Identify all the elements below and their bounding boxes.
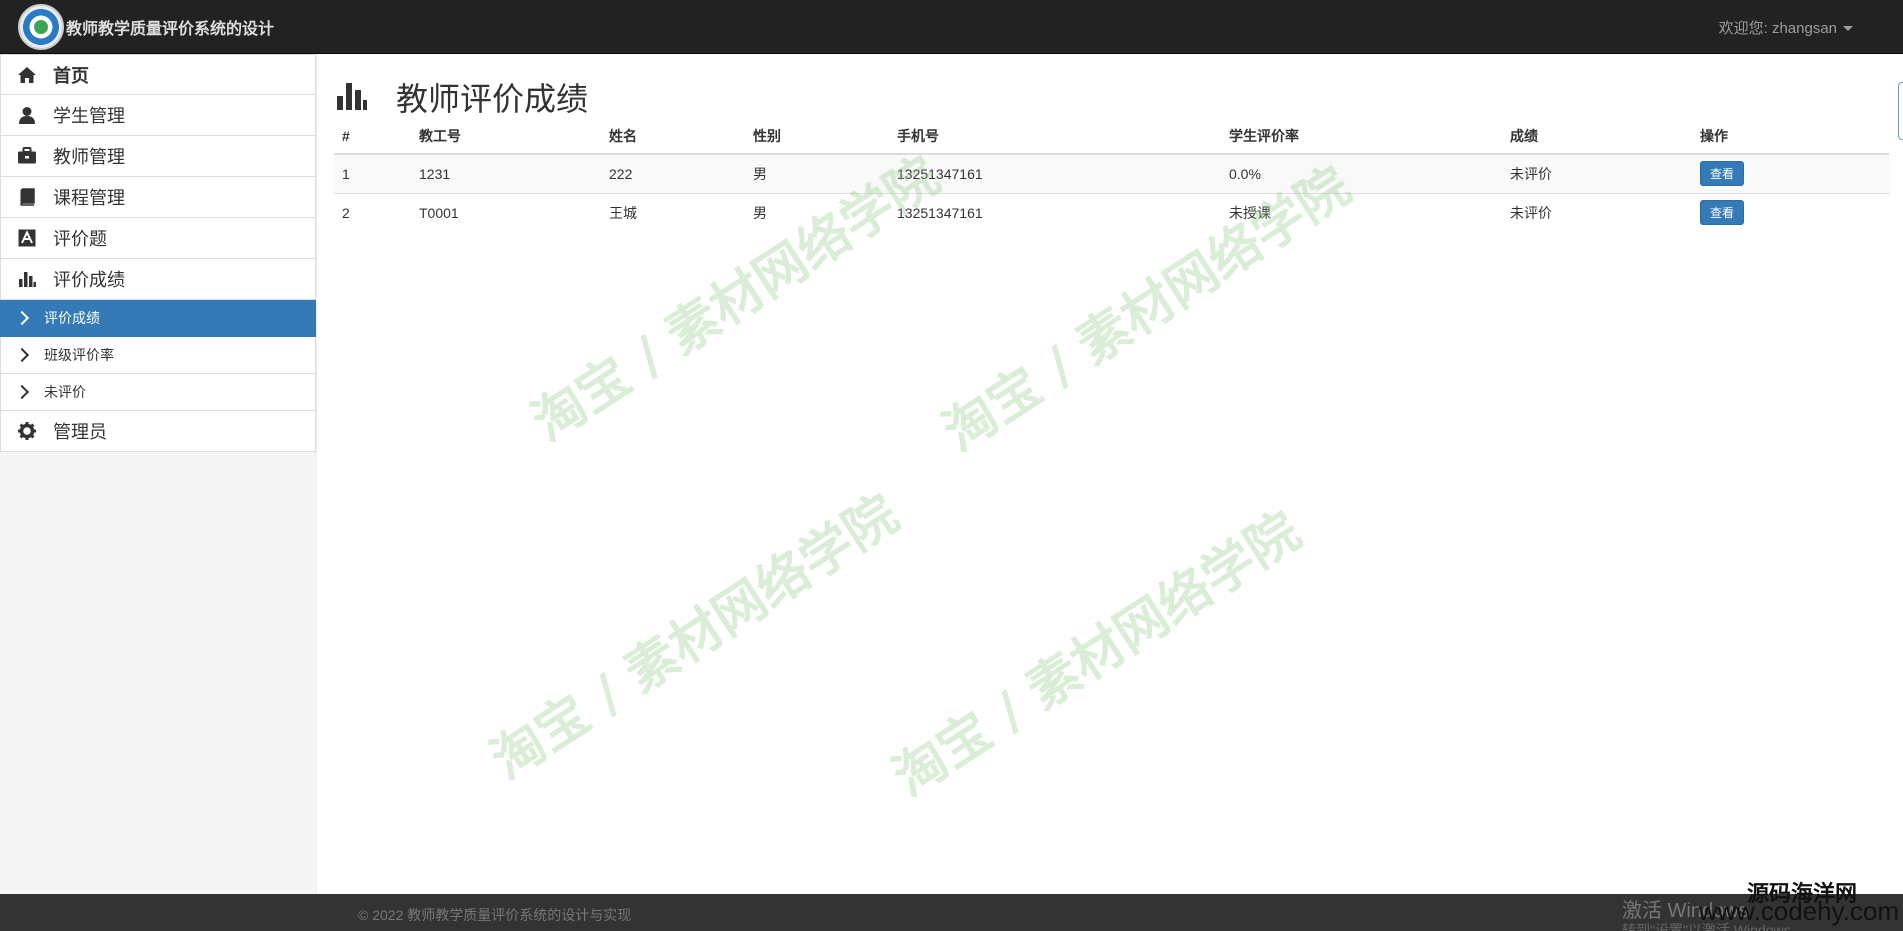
sidebar-item-teachers[interactable]: 教师管理 [0, 136, 316, 177]
app-title: 教师教学质量评价系统的设计 [66, 21, 275, 38]
user-menu[interactable]: 欢迎您: zhangsan [1719, 17, 1853, 38]
brand[interactable]: 教师教学质量评价系统的设计 [18, 4, 274, 50]
sidebar-item-label: 课程管理 [53, 188, 125, 208]
cog-icon [16, 420, 38, 442]
home-icon [16, 64, 38, 86]
sidebar-subitem-label: 评价成绩 [44, 310, 100, 326]
top-navbar: 教师教学质量评价系统的设计 欢迎您: zhangsan [0, 0, 1903, 54]
sidebar-item-label: 学生管理 [53, 106, 125, 126]
column-header: 操作 [1692, 118, 1889, 155]
column-header: 教工号 [411, 118, 601, 155]
sidebar-item-label: 评价成绩 [53, 270, 125, 290]
caret-down-icon [1843, 26, 1853, 31]
column-header: 学生评价率 [1221, 118, 1502, 155]
view-button[interactable]: 查看 [1700, 161, 1745, 187]
column-header: 成绩 [1502, 118, 1692, 155]
main-content: 教师评价成绩 # 教工号 姓名 性别 手机号 学生评价率 成绩 操作 1 123… [318, 54, 1903, 894]
page-header: 教师评价成绩 [336, 74, 588, 120]
cell-score: 未评价 [1502, 153, 1692, 193]
sidebar-item-label: 管理员 [53, 422, 107, 442]
cell-index: 2 [334, 192, 411, 232]
cell-index: 1 [334, 153, 411, 193]
column-header: 性别 [745, 118, 889, 155]
cell-gender: 男 [745, 153, 889, 193]
briefcase-icon [16, 145, 38, 167]
table-row: 2 T0001 王城 男 13251347161 未授课 未评价 查看 [334, 192, 1889, 232]
cell-teacher-id: T0001 [411, 192, 601, 232]
cell-name: 王城 [601, 192, 745, 232]
sidebar-item-scores[interactable]: 评价成绩 [0, 259, 316, 300]
table-row: 1 1231 222 男 13251347161 0.0% 未评价 查看 [334, 153, 1889, 193]
sidebar-subitem-label: 班级评价率 [44, 347, 114, 363]
scores-table: # 教工号 姓名 性别 手机号 学生评价率 成绩 操作 1 1231 222 男… [334, 118, 1889, 232]
sidebar-subitem-scores[interactable]: 评价成绩 [0, 300, 316, 337]
column-header: 手机号 [889, 118, 1221, 155]
chevron-right-icon [14, 310, 30, 326]
cell-phone: 13251347161 [889, 153, 1221, 193]
user-icon [16, 104, 38, 126]
cell-eval-rate: 未授课 [1221, 192, 1502, 232]
column-header: # [334, 118, 411, 155]
chevron-right-icon [14, 347, 30, 363]
sidebar: 首页 学生管理 教师管理 课程管理 评价题 评价成绩 评价成绩 班级评价率 未评… [0, 54, 317, 894]
sidebar-item-admin[interactable]: 管理员 [0, 411, 316, 452]
sidebar-item-label: 评价题 [53, 229, 107, 249]
school-logo [18, 4, 64, 50]
page-title: 教师评价成绩 [396, 81, 589, 117]
cell-name: 222 [601, 153, 745, 193]
sidebar-subitem-class-rate[interactable]: 班级评价率 [0, 337, 316, 374]
sidebar-item-questions[interactable]: 评价题 [0, 218, 316, 259]
sidebar-item-home[interactable]: 首页 [0, 54, 316, 95]
cell-gender: 男 [745, 192, 889, 232]
cell-score: 未评价 [1502, 192, 1692, 232]
sidebar-subitem-not-evaluated[interactable]: 未评价 [0, 374, 316, 411]
footer: © 2022 教师教学质量评价系统的设计与实现 激活 Windows 转到"设置… [0, 894, 1903, 931]
column-header: 姓名 [601, 118, 745, 155]
footer-copyright: © 2022 教师教学质量评价系统的设计与实现 [358, 907, 632, 923]
sidebar-item-courses[interactable]: 课程管理 [0, 177, 316, 218]
stats-icon [336, 81, 368, 113]
cell-eval-rate: 0.0% [1221, 153, 1502, 193]
sidebar-subitem-label: 未评价 [44, 384, 86, 400]
book-icon [16, 186, 38, 208]
site-watermark-url: www.codehy.com [1698, 896, 1899, 926]
view-button[interactable]: 查看 [1700, 200, 1745, 226]
user-greeting: 欢迎您: zhangsan [1718, 20, 1837, 37]
table-header-row: # 教工号 姓名 性别 手机号 学生评价率 成绩 操作 [334, 118, 1889, 155]
stats-icon [16, 268, 38, 290]
font-icon [16, 227, 38, 249]
side-scroll-tab[interactable] [1898, 82, 1903, 140]
chevron-right-icon [14, 384, 30, 400]
sidebar-item-label: 教师管理 [53, 147, 125, 167]
cell-action: 查看 [1692, 153, 1889, 193]
sidebar-item-label: 首页 [53, 65, 89, 86]
cell-phone: 13251347161 [889, 192, 1221, 232]
sidebar-item-students[interactable]: 学生管理 [0, 95, 316, 136]
cell-teacher-id: 1231 [411, 153, 601, 193]
cell-action: 查看 [1692, 192, 1889, 232]
